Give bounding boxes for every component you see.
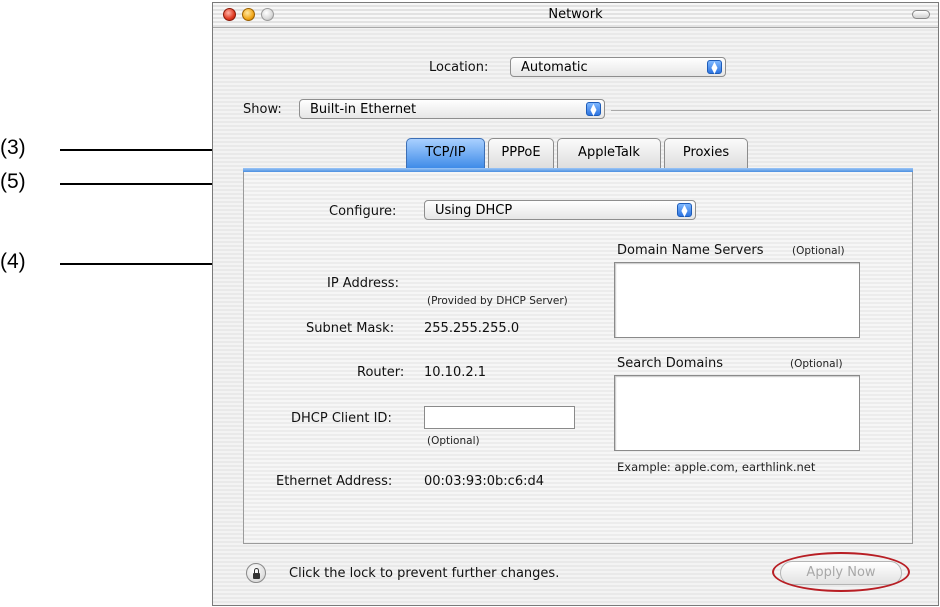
location-label: Location: — [429, 60, 489, 75]
ethernet-address-label: Ethernet Address: — [276, 474, 393, 489]
dns-optional: (Optional) — [792, 245, 845, 257]
search-domains-label: Search Domains — [617, 356, 724, 371]
subnet-mask-value: 255.255.255.0 — [424, 321, 520, 336]
configure-value: Using DHCP — [435, 203, 513, 218]
tab-appletalk[interactable]: AppleTalk — [557, 138, 661, 168]
dhcp-client-id-field[interactable] — [424, 406, 575, 429]
show-value: Built-in Ethernet — [310, 102, 417, 117]
tab-tcpip[interactable]: TCP/IP — [406, 138, 485, 168]
configure-popup[interactable]: Using DHCP ▲ ▼ — [424, 200, 696, 220]
ip-address-note: (Provided by DHCP Server) — [427, 295, 568, 307]
toolbar-toggle-button[interactable] — [912, 10, 930, 19]
network-window: Network Location: Automatic ▲ ▼ Show: Bui… — [212, 2, 939, 606]
search-domains-optional: (Optional) — [790, 358, 843, 370]
callout-5: (5) — [0, 170, 26, 193]
popup-arrows-icon: ▲ ▼ — [677, 203, 692, 218]
lock-text: Click the lock to prevent further change… — [289, 566, 560, 581]
show-popup[interactable]: Built-in Ethernet ▲ ▼ — [299, 99, 605, 119]
router-value: 10.10.2.1 — [424, 365, 487, 380]
title-bar[interactable]: Network — [213, 3, 938, 28]
subnet-mask-label: Subnet Mask: — [306, 321, 395, 336]
ethernet-address-value: 00:03:93:0b:c6:d4 — [424, 474, 544, 489]
search-domains-field[interactable] — [614, 375, 860, 451]
router-label: Router: — [357, 365, 405, 380]
dhcp-client-id-label: DHCP Client ID: — [291, 411, 392, 426]
lock-button[interactable] — [246, 563, 266, 583]
search-domains-example: Example: apple.com, earthlink.net — [617, 460, 816, 474]
dns-servers-field[interactable] — [614, 262, 860, 338]
show-divider — [611, 110, 931, 111]
tcpip-panel: Configure: Using DHCP ▲ ▼ IP Address: (Pr… — [243, 172, 913, 544]
apply-highlight-ring — [772, 552, 910, 592]
show-label: Show: — [243, 102, 282, 117]
callout-4: (4) — [0, 250, 26, 273]
tab-pppoe[interactable]: PPPoE — [488, 138, 554, 168]
configure-label: Configure: — [329, 204, 397, 219]
location-value: Automatic — [521, 60, 588, 75]
popup-arrows-icon: ▲ ▼ — [707, 60, 722, 75]
dns-label: Domain Name Servers — [617, 243, 764, 258]
tab-proxies[interactable]: Proxies — [664, 138, 748, 168]
popup-arrows-icon: ▲ ▼ — [586, 102, 601, 117]
dhcp-client-id-note: (Optional) — [427, 435, 480, 447]
location-popup[interactable]: Automatic ▲ ▼ — [510, 57, 726, 77]
callout-3: (3) — [0, 136, 26, 159]
ip-address-label: IP Address: — [327, 276, 399, 291]
window-title: Network — [548, 7, 603, 22]
